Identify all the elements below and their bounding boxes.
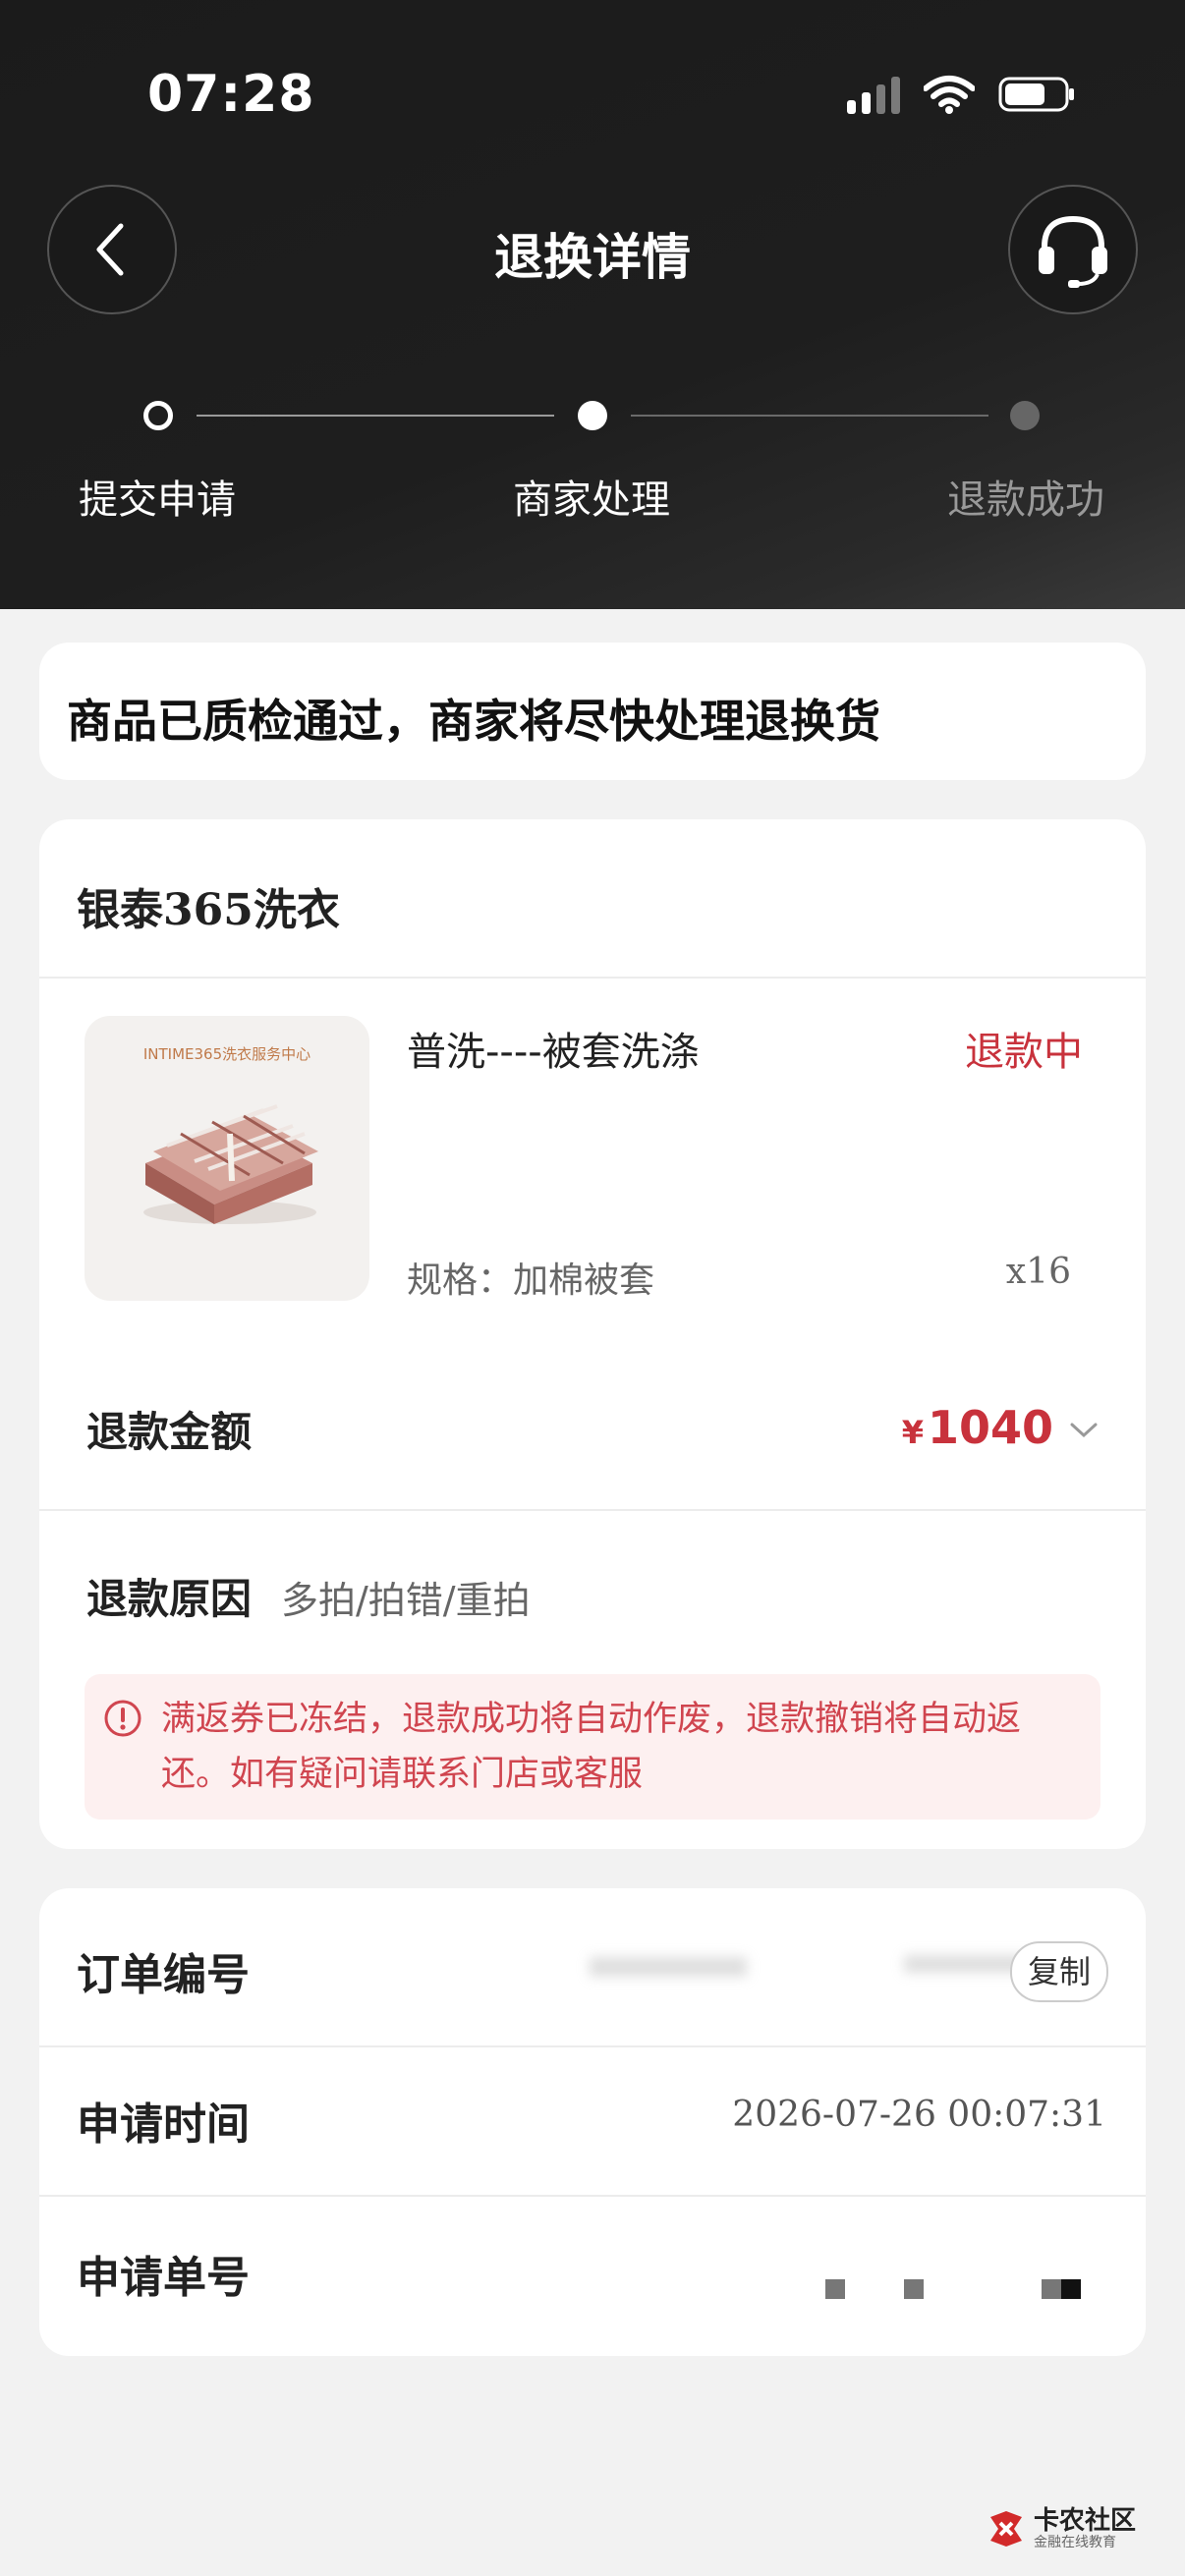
alert-icon xyxy=(104,1700,141,1737)
divider xyxy=(39,2195,1146,2197)
redacted-apply-number xyxy=(1061,2279,1081,2299)
status-notice-text: 商品已质检通过，商家将尽快处理退换货 xyxy=(67,695,880,748)
redacted-apply-number xyxy=(904,2279,924,2299)
watermark: 卡农社区 金融在线教育 xyxy=(985,2507,1136,2550)
status-notice-card: 商品已质检通过，商家将尽快处理退换货 xyxy=(39,643,1146,780)
wifi-icon xyxy=(924,75,975,114)
community-logo-icon xyxy=(989,2511,1022,2547)
step-dot-submitted xyxy=(143,401,173,430)
folded-quilt-image xyxy=(143,1104,318,1224)
customer-service-button[interactable] xyxy=(1008,185,1138,314)
progress-steps: 提交申请 商家处理 退款成功 xyxy=(0,393,1185,531)
copy-order-number-button[interactable]: 复制 xyxy=(1009,1941,1108,2002)
chevron-down-icon[interactable] xyxy=(1069,1421,1099,1440)
step-connector xyxy=(197,415,554,417)
status-time: 07:28 xyxy=(147,65,315,124)
refund-amount-label: 退款金额 xyxy=(86,1408,253,1456)
order-number-label: 订单编号 xyxy=(77,1950,250,2000)
redacted-apply-number xyxy=(1042,2279,1061,2299)
refund-amount[interactable]: ¥1040 xyxy=(902,1401,1053,1454)
redacted-order-number xyxy=(590,1957,747,1977)
step-label-submitted: 提交申请 xyxy=(79,477,236,523)
product-title[interactable]: 普洗----被套洗涤 xyxy=(407,1020,700,1077)
refund-item-card: 银泰365洗衣 INTIME365洗衣服务中心 普洗----被套洗涤 退款中 规… xyxy=(39,819,1146,1849)
divider xyxy=(39,977,1146,979)
page-title: 退换详情 xyxy=(494,229,691,286)
apply-number-label: 申请单号 xyxy=(77,2253,250,2303)
watermark-subtitle: 金融在线教育 xyxy=(1033,2535,1116,2550)
refund-status-badge: 退款中 xyxy=(965,1030,1083,1075)
header: 07:28 退换详情 提交申请 商家处理 退款成功 xyxy=(0,0,1185,609)
currency-symbol: ¥ xyxy=(901,1414,924,1451)
redacted-apply-number xyxy=(825,2279,845,2299)
refund-reason-label: 退款原因 xyxy=(86,1575,253,1623)
step-dot-refunded xyxy=(1010,401,1040,430)
coupon-warning-text: 满返券已冻结，退款成功将自动作废，退款撤销将自动返还。如有疑问请联系门店或客服 xyxy=(161,1700,1022,1794)
battery-icon xyxy=(998,75,1077,114)
product-thumbnail[interactable]: INTIME365洗衣服务中心 xyxy=(85,1016,369,1301)
divider xyxy=(39,1509,1146,1511)
watermark-title: 卡农社区 xyxy=(1033,2506,1136,2536)
apply-time-value: 2026-07-26 00:07:31 xyxy=(732,2095,1106,2135)
divider xyxy=(39,2045,1146,2047)
shop-name[interactable]: 银泰365洗衣 xyxy=(77,874,340,937)
step-dot-processing xyxy=(578,401,607,430)
apply-time-label: 申请时间 xyxy=(77,2100,250,2150)
refund-amount-value: 1040 xyxy=(927,1401,1053,1454)
order-info-card: 订单编号 复制 申请时间 2026-07-26 00:07:31 申请单号 xyxy=(39,1888,1146,2356)
refund-reason-value: 多拍/拍错/重拍 xyxy=(281,1579,531,1622)
status-icons xyxy=(847,73,1077,116)
step-label-refunded: 退款成功 xyxy=(947,477,1104,523)
product-spec: 规格：加棉被套 xyxy=(407,1260,655,1301)
signal-icon xyxy=(847,75,900,114)
step-connector xyxy=(631,415,988,417)
product-quantity: x16 xyxy=(1005,1252,1071,1292)
headset-icon xyxy=(1039,215,1107,288)
coupon-warning-box: 满返券已冻结，退款成功将自动作废，退款撤销将自动返还。如有疑问请联系门店或客服 xyxy=(85,1674,1100,1820)
step-label-processing: 商家处理 xyxy=(513,477,670,523)
